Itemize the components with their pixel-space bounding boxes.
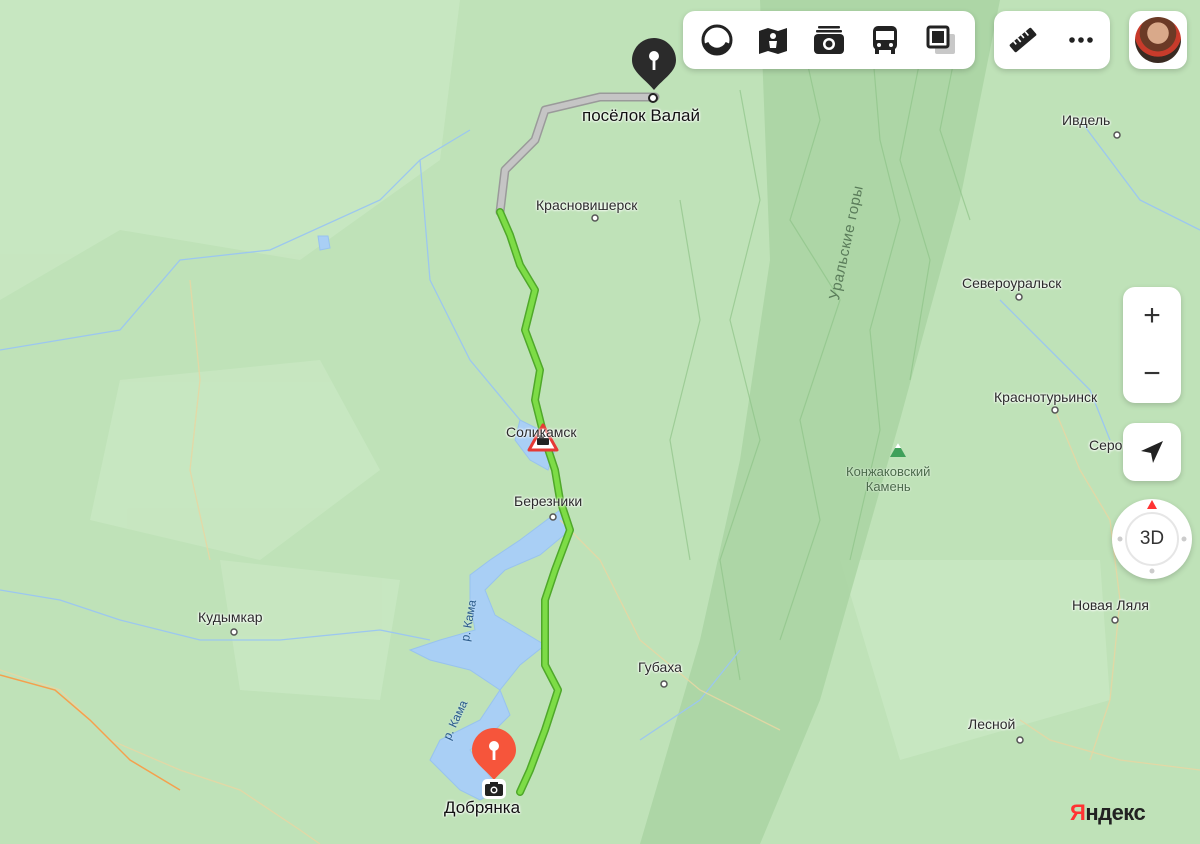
route-end-pin[interactable]: [630, 36, 678, 97]
peak-name: Конжаковский: [846, 464, 931, 479]
compass-dot-left-icon: [1117, 536, 1123, 542]
city-label-solikamsk[interactable]: Соликамск: [506, 424, 577, 440]
compass-dot-right-icon: [1181, 536, 1187, 542]
zoom-control: + −: [1123, 287, 1181, 403]
3d-button[interactable]: 3D: [1125, 512, 1179, 566]
city-label-lesnoy[interactable]: Лесной: [968, 716, 1015, 732]
logo-rest: ндекс: [1085, 800, 1146, 825]
zoom-out-button[interactable]: −: [1123, 345, 1181, 403]
photos-icon[interactable]: [809, 20, 849, 60]
city-label-dobryanka[interactable]: Добрянка: [444, 798, 520, 818]
schemes-icon[interactable]: [921, 20, 961, 60]
ruler-icon[interactable]: [1003, 20, 1043, 60]
layers-icon[interactable]: [697, 20, 737, 60]
city-label-gubakha[interactable]: Губаха: [638, 659, 682, 675]
map-canvas[interactable]: [0, 0, 1200, 844]
peak-label[interactable]: Конжаковский Камень: [846, 464, 930, 494]
user-menu-button[interactable]: [1129, 11, 1187, 69]
city-label-krasnoturinsk[interactable]: Краснотурьинск: [994, 389, 1097, 405]
city-label-ivdel[interactable]: Ивдель: [1062, 112, 1110, 128]
city-label-serov[interactable]: Серо: [1089, 437, 1122, 453]
city-label-kudymkar[interactable]: Кудымкар: [198, 609, 263, 625]
my-location-button[interactable]: [1123, 423, 1181, 481]
tools-toolbar: [994, 11, 1110, 69]
zoom-in-button[interactable]: +: [1123, 287, 1181, 345]
north-arrow-icon: [1147, 500, 1157, 509]
yandex-logo[interactable]: Яндекс: [1070, 800, 1146, 826]
more-icon[interactable]: [1061, 20, 1101, 60]
location-arrow-icon: [1141, 441, 1163, 463]
city-label-novaya-lyalya[interactable]: Новая Ляля: [1072, 597, 1149, 613]
compass-control[interactable]: 3D: [1112, 499, 1192, 579]
city-label-severouralsk[interactable]: Североуральск: [962, 275, 1061, 291]
avatar: [1135, 17, 1181, 63]
city-label-berezniki[interactable]: Березники: [514, 493, 582, 509]
city-label-krasnovishersk[interactable]: Красновишерск: [536, 197, 637, 213]
transport-icon[interactable]: [865, 20, 905, 60]
peak-name-2: Камень: [865, 479, 911, 494]
compass-dot-bottom-icon: [1149, 568, 1155, 574]
logo-letter: Я: [1070, 800, 1086, 825]
panorama-icon[interactable]: [753, 20, 793, 60]
peak-icon: [889, 442, 907, 463]
layers-toolbar: [683, 11, 975, 69]
city-label-valai[interactable]: посёлок Валай: [582, 106, 700, 126]
